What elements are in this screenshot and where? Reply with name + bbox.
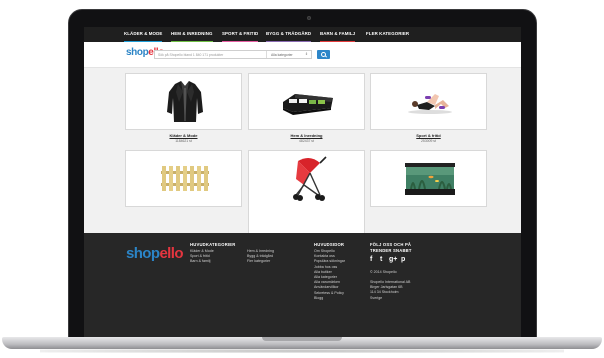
category-select[interactable]: Alla kategorier ⇕ bbox=[266, 51, 311, 58]
footer-address: Shopello International AB Birger Jarlsga… bbox=[370, 280, 410, 301]
footer-follow-heading-2: TRENDER SNABBT bbox=[370, 248, 412, 253]
footer-copyright: © 2014 Shopello bbox=[370, 270, 397, 274]
category-title[interactable]: Kläder & Mode bbox=[125, 133, 242, 138]
camera-dot bbox=[307, 16, 311, 20]
laptop-notch bbox=[262, 337, 342, 341]
category-image-card[interactable] bbox=[248, 73, 365, 130]
category-image-card[interactable] bbox=[248, 150, 365, 234]
nav-label: KLÄDER & MODE bbox=[124, 31, 163, 36]
search-button[interactable] bbox=[317, 50, 330, 59]
nav-label: FLER KATEGORIER bbox=[366, 31, 410, 36]
nav-item-klader-mode[interactable]: KLÄDER & MODE bbox=[124, 27, 163, 42]
laptop-mockup: KLÄDER & MODE HEM & INREDNING SPORT & FR… bbox=[0, 0, 604, 358]
facebook-icon[interactable]: f bbox=[370, 256, 372, 263]
browser-viewport: KLÄDER & MODE HEM & INREDNING SPORT & FR… bbox=[84, 27, 521, 337]
category-image-card[interactable] bbox=[370, 73, 487, 130]
category-count: 482437 st bbox=[299, 139, 314, 143]
site-header: shopello Sök på Shopello bland 1 840 171… bbox=[84, 42, 521, 68]
nav-label: HEM & INREDNING bbox=[171, 31, 213, 36]
address-line: Sverige bbox=[370, 295, 383, 300]
sofa-icon bbox=[283, 94, 333, 115]
nav-item-bygg-tradgard[interactable]: BYGG & TRÄDGÅRD bbox=[266, 27, 312, 42]
nav-label: SPORT & FRITID bbox=[222, 31, 259, 36]
category-count: 1184621 st bbox=[175, 139, 192, 143]
footer-link[interactable]: Blogg bbox=[314, 296, 345, 301]
footer-main-heading: HUVUDSIDOR bbox=[314, 242, 345, 247]
footer-link[interactable]: Populära sökningar bbox=[314, 259, 345, 264]
category-image-card[interactable] bbox=[125, 73, 242, 130]
aquarium-icon bbox=[405, 163, 455, 195]
garden-fence-icon bbox=[161, 166, 209, 191]
category-title[interactable]: Sport & fritid bbox=[370, 133, 487, 138]
chevron-down-icon: ⇕ bbox=[304, 52, 308, 56]
logo-part-shop: shop bbox=[126, 245, 160, 262]
footer-main-links: Om Shopello Kontakta oss Populära söknin… bbox=[314, 249, 345, 301]
nav-label: BARN & FAMILJ bbox=[320, 31, 356, 36]
nav-item-fler-kategorier[interactable]: FLER KATEGORIER bbox=[366, 27, 409, 42]
nav-item-hem-inredning[interactable]: HEM & INREDNING bbox=[171, 27, 213, 42]
logo-part-shop: shop bbox=[126, 47, 149, 58]
stroller-icon bbox=[293, 156, 327, 201]
category-image-card[interactable] bbox=[370, 150, 487, 207]
logo-part-ello: ello bbox=[159, 245, 183, 262]
nav-item-sport-fritid[interactable]: SPORT & FRITID bbox=[222, 27, 259, 42]
footer-categories-col2: Hem & Inredning Bygg & trädgård Fler kat… bbox=[247, 249, 274, 265]
category-image-card[interactable] bbox=[125, 150, 242, 207]
category-count: 253009 st bbox=[421, 139, 436, 143]
nav-item-barn-familj[interactable]: BARN & FAMILJ bbox=[320, 27, 356, 42]
category-select-label: Alla kategorier bbox=[271, 52, 293, 57]
search-placeholder: Sök på Shopello bland 1 840 171 produkte… bbox=[158, 52, 224, 57]
twitter-icon[interactable]: t bbox=[380, 256, 382, 263]
footer-follow-heading: FÖLJ OSS OCH PÅ bbox=[370, 242, 412, 247]
search-input[interactable]: Sök på Shopello bland 1 840 171 produkte… bbox=[154, 50, 312, 59]
search-icon bbox=[320, 51, 326, 57]
footer-shopello-logo[interactable]: shopello bbox=[126, 245, 184, 262]
category-title[interactable]: Hem & Inredning bbox=[248, 133, 365, 138]
laptop-shadow bbox=[40, 349, 564, 353]
footer-link[interactable]: Fler kategorier bbox=[247, 259, 274, 264]
footer-categories-col1: Kläder & Mode Sport & fritid Barn & fami… bbox=[190, 249, 214, 265]
footer-link[interactable]: Barn & familj bbox=[190, 259, 214, 264]
google-plus-icon[interactable]: g+ bbox=[389, 256, 397, 263]
fitness-icon bbox=[408, 94, 452, 114]
site-footer: shopello HUVUDKATEGORIER Kläder & Mode S… bbox=[84, 233, 521, 337]
leather-jacket-icon bbox=[167, 81, 203, 122]
footer-categories-heading: HUVUDKATEGORIER bbox=[190, 242, 236, 247]
pinterest-icon[interactable]: p bbox=[401, 256, 405, 263]
category-nav: KLÄDER & MODE HEM & INREDNING SPORT & FR… bbox=[84, 27, 521, 42]
nav-label: BYGG & TRÄDGÅRD bbox=[266, 31, 312, 36]
